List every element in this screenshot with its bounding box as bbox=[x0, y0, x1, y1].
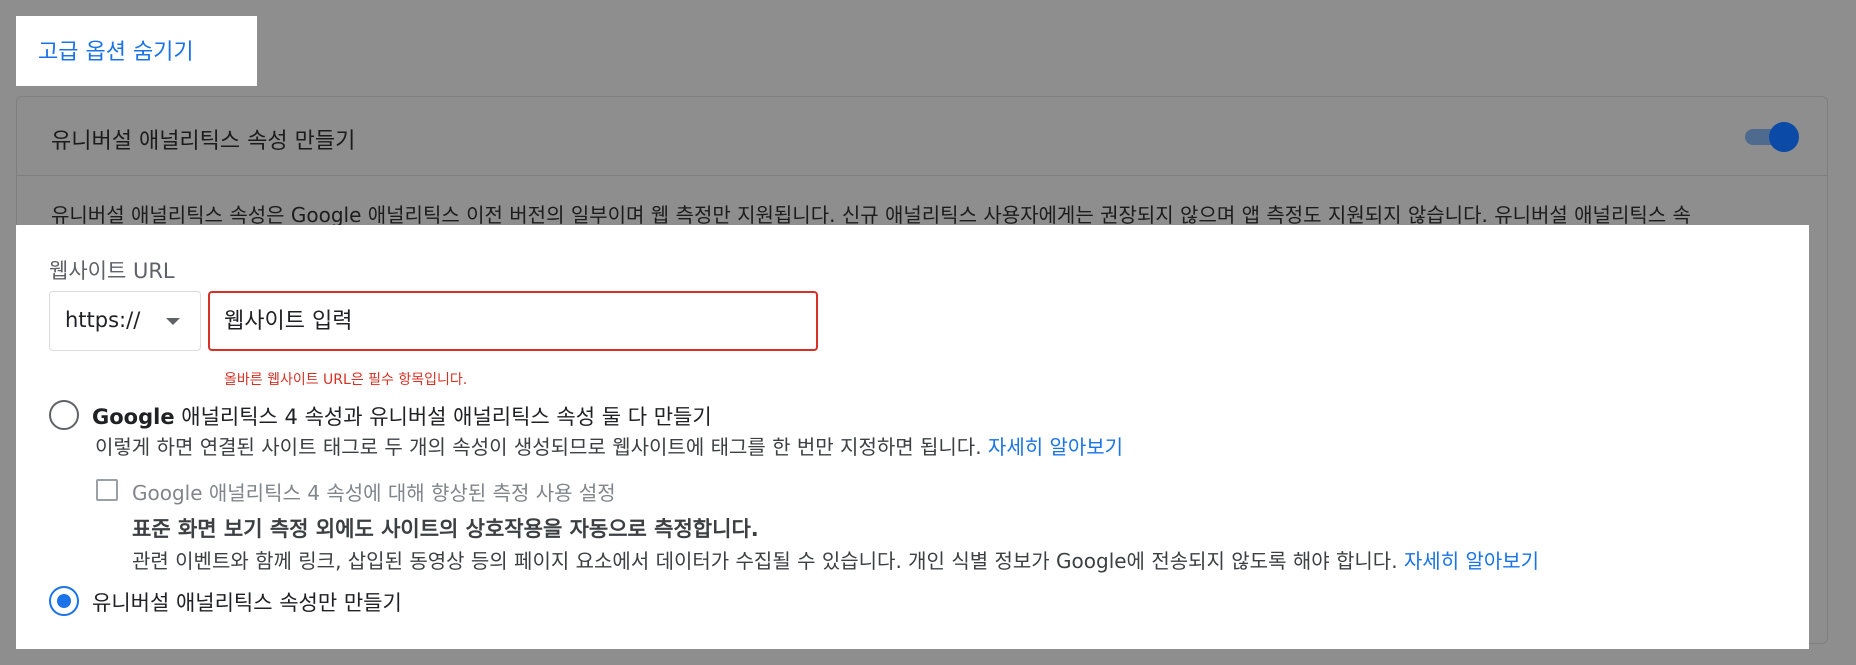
hide-advanced-options-label: 고급 옵션 숨기기 bbox=[38, 40, 194, 65]
universal-analytics-toggle[interactable] bbox=[1745, 121, 1799, 152]
create-both-description-text: 이렇게 하면 연결된 사이트 태그로 두 개의 속성이 생성되므로 웹사이트에 … bbox=[95, 435, 982, 459]
enhanced-measurement-title: 표준 화면 보기 측정 외에도 사이트의 상호작용을 자동으로 측정합니다. bbox=[132, 517, 759, 541]
enhanced-measurement-description-text: 관련 이벤트와 함께 링크, 삽입된 동영상 등의 페이지 요소에서 데이터가 … bbox=[132, 549, 1398, 573]
website-url-input[interactable] bbox=[208, 291, 818, 351]
protocol-select-value: https:// bbox=[65, 308, 141, 332]
advanced-options-panel: 웹사이트 URL https:// 올바른 웹사이트 URL은 필수 항목입니다… bbox=[16, 225, 1809, 649]
radio-create-both-label[interactable]: Google 애널리틱스 4 속성과 유니버설 애널리틱스 속성 둘 다 만들기 bbox=[92, 401, 712, 431]
enhanced-measurement-description: 관련 이벤트와 함께 링크, 삽입된 동영상 등의 페이지 요소에서 데이터가 … bbox=[132, 545, 1539, 574]
radio-universal-only-label[interactable]: 유니버설 애널리틱스 속성만 만들기 bbox=[92, 587, 402, 617]
learn-more-link-both[interactable]: 자세히 알아보기 bbox=[988, 435, 1123, 459]
website-url-error: 올바른 웹사이트 URL은 필수 항목입니다. bbox=[224, 372, 468, 388]
radio-selected-dot bbox=[57, 594, 71, 608]
google-brand-text: Google bbox=[92, 405, 175, 429]
enhanced-measurement-label[interactable]: Google 애널리틱스 4 속성에 대해 향상된 측정 사용 설정 bbox=[132, 477, 616, 506]
create-both-description: 이렇게 하면 연결된 사이트 태그로 두 개의 속성이 생성되므로 웹사이트에 … bbox=[95, 431, 1123, 460]
radio-universal-only[interactable] bbox=[49, 586, 79, 616]
enhanced-measurement-checkbox[interactable] bbox=[96, 479, 118, 501]
learn-more-link-enhanced[interactable]: 자세히 알아보기 bbox=[1404, 549, 1539, 573]
protocol-select[interactable]: https:// bbox=[49, 291, 201, 351]
universal-analytics-title: 유니버설 애널리틱스 속성 만들기 bbox=[51, 129, 356, 154]
website-url-label: 웹사이트 URL bbox=[49, 259, 175, 283]
dropdown-arrow-icon bbox=[166, 318, 180, 325]
hide-advanced-options-button[interactable]: 고급 옵션 숨기기 bbox=[16, 16, 257, 86]
radio-create-both[interactable] bbox=[49, 400, 79, 430]
universal-analytics-card-header: 유니버설 애널리틱스 속성 만들기 bbox=[17, 97, 1827, 176]
universal-analytics-description: 유니버설 애널리틱스 속성은 Google 애널리틱스 이전 버전의 일부이며 … bbox=[51, 203, 1691, 227]
radio-create-both-label-text: 애널리틱스 4 속성과 유니버설 애널리틱스 속성 둘 다 만들기 bbox=[174, 405, 712, 429]
toggle-knob bbox=[1769, 122, 1799, 152]
